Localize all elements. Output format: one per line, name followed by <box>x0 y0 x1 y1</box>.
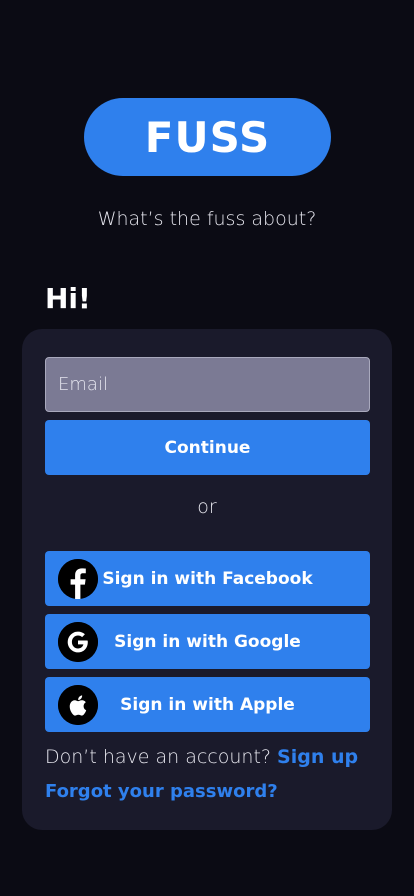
signup-link[interactable]: Sign up <box>277 746 358 768</box>
google-signin-label: Sign in with Google <box>114 631 301 652</box>
no-account-text: Don’t have an account? <box>45 746 271 768</box>
greeting-heading: Hi! <box>45 282 91 315</box>
google-icon <box>58 622 98 662</box>
tagline: What’s the fuss about? <box>97 208 317 230</box>
logo-text: FUSS <box>144 112 271 162</box>
continue-button[interactable]: Continue <box>45 420 370 475</box>
email-input[interactable] <box>45 357 370 412</box>
app-logo: FUSS <box>84 98 331 176</box>
apple-signin-button[interactable]: Sign in with Apple <box>45 677 370 732</box>
forgot-password-link[interactable]: Forgot your password? <box>45 781 278 802</box>
facebook-signin-label: Sign in with Facebook <box>102 568 313 589</box>
google-signin-button[interactable]: Sign in with Google <box>45 614 370 669</box>
signup-prompt: Don’t have an account? Sign up <box>45 746 358 768</box>
continue-label: Continue <box>164 437 251 458</box>
facebook-signin-button[interactable]: Sign in with Facebook <box>45 551 370 606</box>
apple-signin-label: Sign in with Apple <box>120 694 295 715</box>
facebook-icon <box>58 559 98 599</box>
or-separator: or <box>197 496 217 518</box>
apple-icon <box>58 685 98 725</box>
